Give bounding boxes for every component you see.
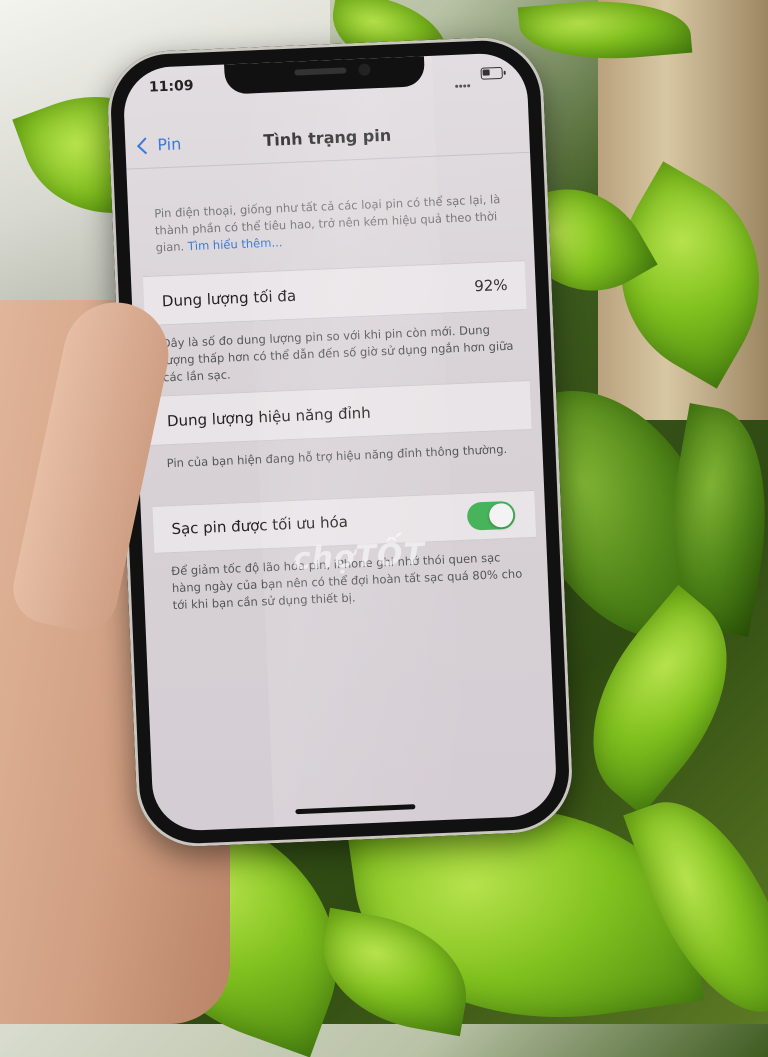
optimized-charging-label: Sạc pin được tối ưu hóa [171, 512, 349, 539]
notch [224, 56, 426, 95]
max-capacity-row: Dung lượng tối đa 92% [142, 260, 527, 327]
battery-icon [480, 66, 503, 80]
peak-performance-label: Dung lượng hiệu năng đỉnh [166, 403, 372, 431]
max-capacity-label: Dung lượng tối đa [161, 286, 297, 311]
max-capacity-value: 92% [473, 275, 508, 296]
peak-performance-row: Dung lượng hiệu năng đỉnh [147, 380, 532, 446]
page-title: Tình trạng pin [262, 125, 392, 150]
signal-icon [455, 72, 471, 88]
screen-reflection [242, 55, 464, 828]
max-capacity-note: Đây là số đo dung lượng pin so với khi p… [161, 322, 514, 385]
intro-text: Pin điện thoại, giống như tất cả các loạ… [154, 191, 510, 257]
learn-more-link[interactable]: Tìm hiểu thêm... [188, 235, 283, 253]
optimized-charging-toggle[interactable] [466, 500, 516, 531]
home-indicator[interactable] [295, 804, 416, 815]
peak-performance-note: Pin của bạn hiện đang hỗ trợ hiệu năng đ… [166, 442, 508, 471]
speaker-grille [294, 67, 347, 76]
toggle-knob [488, 502, 514, 528]
navigation-bar: Pin Tình trạng pin [125, 114, 530, 167]
status-time: 11:09 [148, 77, 194, 96]
phone-screen: 11:09 Pin Tình trạng pin Pin điện thoại,… [122, 51, 558, 833]
front-camera-icon [358, 63, 371, 76]
watermark-logo: chợTỐT [292, 536, 426, 578]
iphone-device: 11:09 Pin Tình trạng pin Pin điện thoại,… [105, 35, 575, 849]
